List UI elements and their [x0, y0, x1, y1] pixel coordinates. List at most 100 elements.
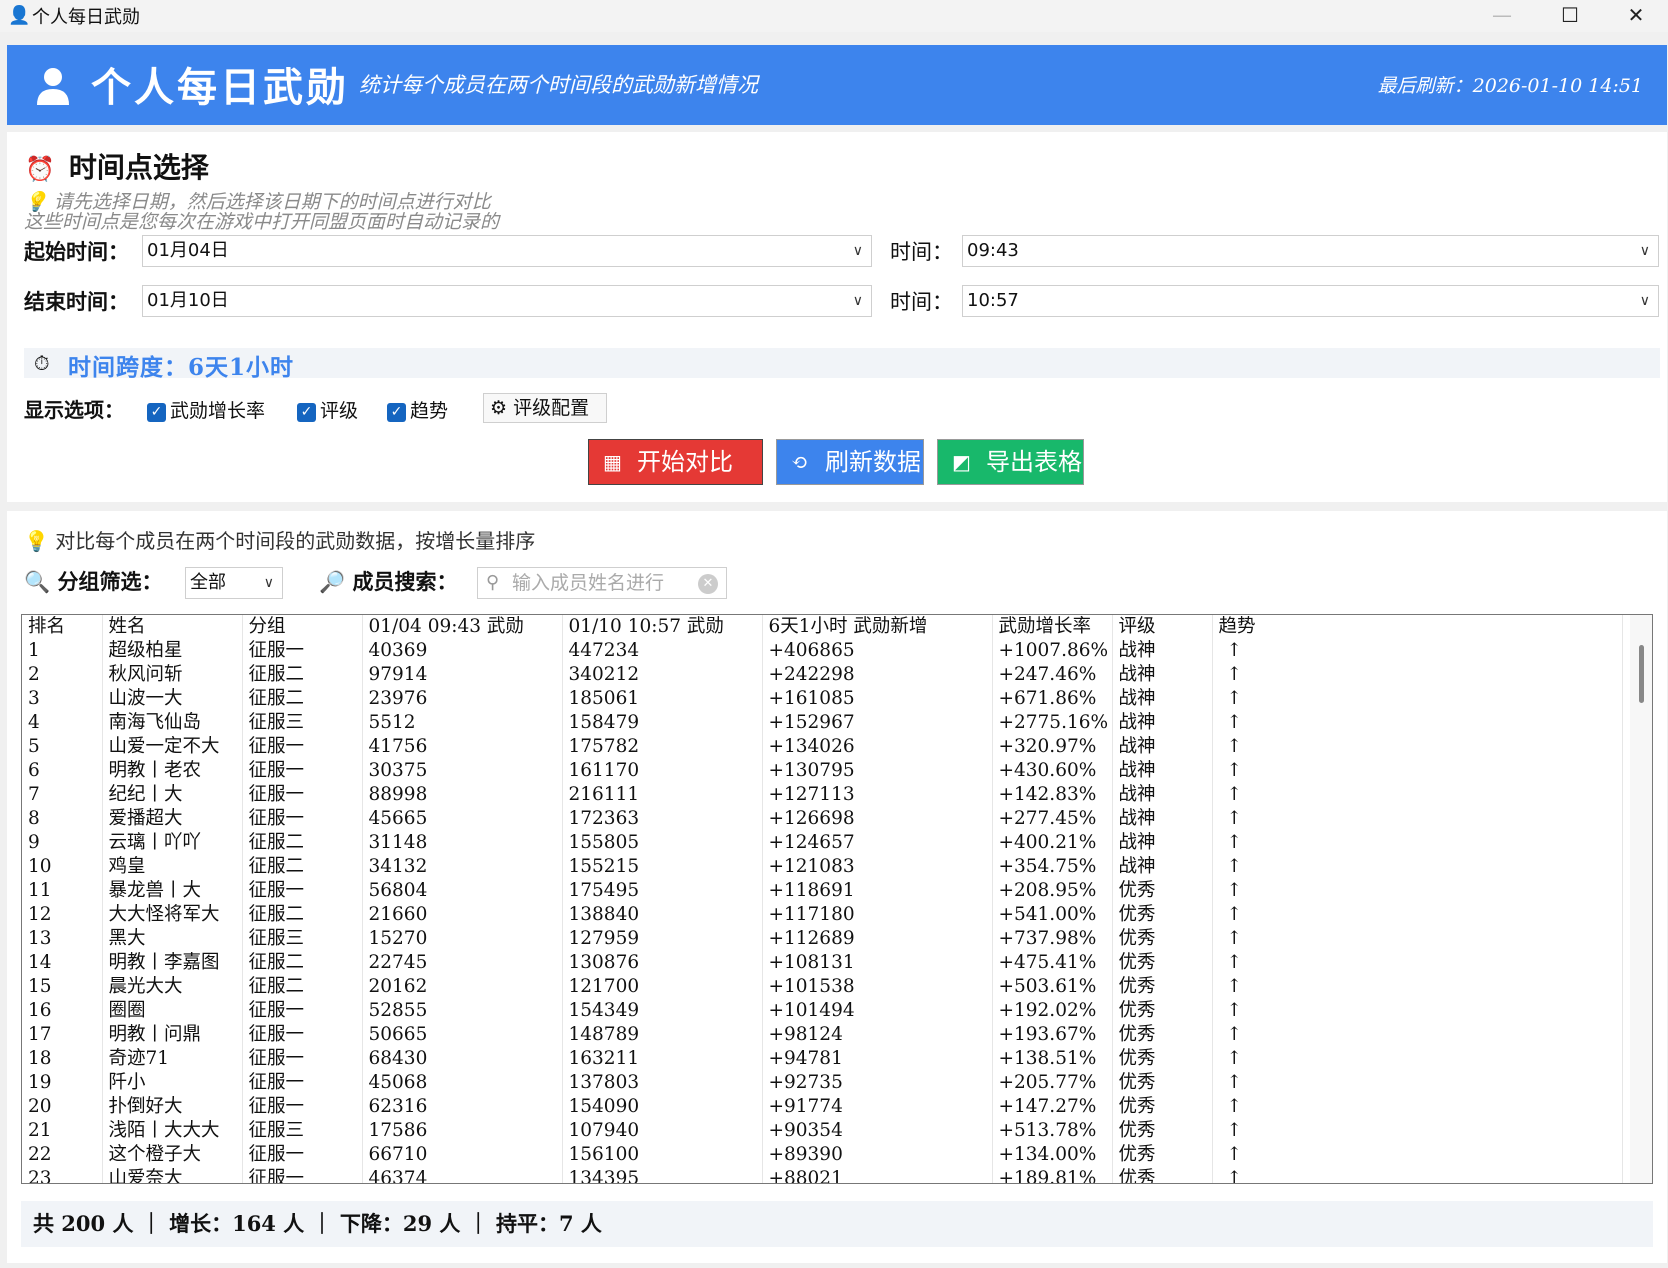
page-title: 个人每日武勋 [91, 64, 349, 111]
table-row[interactable]: 9 云璃丨吖吖 征服二 31148 155805 +124657 +400.21% 战神 ↑ [22, 831, 1623, 855]
start-compare-button[interactable]: ▦ 开始对比 [588, 439, 763, 485]
table-cell: 战神 [1112, 639, 1213, 663]
search-icon: ⚲ [486, 572, 500, 593]
table-row[interactable]: 3 山波一大 征服二 23976 185061 +161085 +671.86% 战神 ↑ [22, 687, 1623, 711]
table-row[interactable]: 6 明教丨老农 征服一 30375 161170 +130795 +430.60% 战神 ↑ [22, 759, 1623, 783]
table-cell: +192.02% [992, 999, 1113, 1023]
table-cell: 23 [22, 1167, 103, 1183]
table-cell: 20162 [362, 975, 563, 999]
table-cell: 18 [22, 1047, 103, 1071]
table-cell: +91774 [762, 1095, 993, 1119]
table-cell: 优秀 [1112, 1143, 1213, 1167]
end-time-select[interactable]: 10:57 ∨ [962, 285, 1659, 317]
table-cell: +400.21% [992, 831, 1113, 855]
table-cell: +121083 [762, 855, 993, 879]
refresh-data-button[interactable]: ⟲ 刷新数据 [776, 439, 924, 485]
table-cell: 明教丨问鼎 [102, 1023, 243, 1047]
column-header[interactable]: 6天1小时 武勋新增 [762, 615, 993, 639]
start-time-select[interactable]: 09:43 ∨ [962, 235, 1659, 267]
table-row[interactable]: 12 大大怪将军大 征服二 21660 138840 +117180 +541.00% 优秀 ↑ [22, 903, 1623, 927]
table-cell: ↑ [1212, 759, 1623, 783]
table-cell: +205.77% [992, 1071, 1113, 1095]
table-cell: 征服二 [242, 831, 363, 855]
table-cell: +112689 [762, 927, 993, 951]
table-cell: 161170 [562, 759, 763, 783]
column-header[interactable]: 评级 [1112, 615, 1213, 639]
start-date-select[interactable]: 01月04日 ∨ [142, 235, 872, 267]
rating-config-button[interactable]: ⚙ 评级配置 [483, 393, 607, 423]
vertical-scrollbar[interactable] [1630, 615, 1652, 1183]
table-cell: +124657 [762, 831, 993, 855]
table-row[interactable]: 19 阡小 征服一 45068 137803 +92735 +205.77% 优秀 ↑ [22, 1071, 1623, 1095]
section-title: ⏰ 时间点选择 [25, 146, 209, 186]
table-row[interactable]: 13 黑大 征服三 15270 127959 +112689 +737.98% 优秀 ↑ [22, 927, 1623, 951]
table-row[interactable]: 16 圈圈 征服一 52855 154349 +101494 +192.02% 优秀 ↑ [22, 999, 1623, 1023]
table-row[interactable]: 8 爱播超大 征服一 45665 172363 +126698 +277.45% 战神 ↑ [22, 807, 1623, 831]
table-row[interactable]: 23 山爱奈大 征服一 46374 134395 +88021 +189.81% 优秀 ↑ [22, 1167, 1623, 1183]
table-cell: 154090 [562, 1095, 763, 1119]
member-search-text: 成员搜索： [352, 569, 458, 594]
table-cell: 137803 [562, 1071, 763, 1095]
table-cell: 23976 [362, 687, 563, 711]
table-row[interactable]: 5 山爱一定不大 征服一 41756 175782 +134026 +320.97% 战神 ↑ [22, 735, 1623, 759]
table-cell: 明教丨李嘉图 [102, 951, 243, 975]
column-header[interactable]: 01/10 10:57 武勋 [562, 615, 763, 639]
clear-icon[interactable]: ✕ [698, 574, 718, 594]
table-row[interactable]: 18 奇迹71 征服一 68430 163211 +94781 +138.51% 优秀 ↑ [22, 1047, 1623, 1071]
table-row[interactable]: 7 纪纪丨大 征服一 88998 216111 +127113 +142.83% 战神 ↑ [22, 783, 1623, 807]
table-cell: 优秀 [1112, 999, 1213, 1023]
table-row[interactable]: 2 秋风问斩 征服二 97914 340212 +242298 +247.46% 战神 ↑ [22, 663, 1623, 687]
column-header[interactable]: 武勋增长率 [992, 615, 1113, 639]
results-table[interactable]: 排名 姓名 分组 01/04 09:43 武勋 01/10 10:57 武勋 6天1小时 … [21, 614, 1653, 1184]
table-cell: 154349 [562, 999, 763, 1023]
results-panel: 💡 对比每个成员在两个时间段的武勋数据，按增长量排序 🔍 分组筛选： 全部 ∨ … [7, 511, 1667, 1263]
column-header[interactable]: 趋势 [1212, 615, 1623, 639]
member-search-input[interactable]: ⚲ 输入成员姓名进行 ✕ [477, 567, 727, 599]
search-placeholder: 输入成员姓名进行 [512, 572, 665, 594]
table-cell: +208.95% [992, 879, 1113, 903]
table-cell: +247.46% [992, 663, 1113, 687]
table-cell: 征服一 [242, 807, 363, 831]
maximize-button[interactable]: ☐ [1538, 0, 1602, 32]
minimize-button[interactable]: — [1470, 0, 1534, 32]
table-cell: 暴龙兽丨大 [102, 879, 243, 903]
trend-checkbox[interactable]: ✓ 趋势 [387, 396, 448, 423]
end-date-select[interactable]: 01月10日 ∨ [142, 285, 872, 317]
table-row[interactable]: 14 明教丨李嘉图 征服二 22745 130876 +108131 +475.41% 优秀 ↑ [22, 951, 1623, 975]
table-cell: ↑ [1212, 975, 1623, 999]
table-row[interactable]: 10 鸡皇 征服二 34132 155215 +121083 +354.75% 战神 ↑ [22, 855, 1623, 879]
time-span: ⏱ 时间跨度：6天1小时 [24, 348, 1660, 381]
scrollbar-thumb[interactable] [1639, 645, 1644, 703]
table-cell: ↑ [1212, 1119, 1623, 1143]
table-row[interactable]: 4 南海飞仙岛 征服三 5512 158479 +152967 +2775.16% 战神 ↑ [22, 711, 1623, 735]
table-cell: 优秀 [1112, 1119, 1213, 1143]
table-row[interactable]: 20 扑倒好大 征服一 62316 154090 +91774 +147.27% 优秀 ↑ [22, 1095, 1623, 1119]
table-cell: +152967 [762, 711, 993, 735]
table-cell: +118691 [762, 879, 993, 903]
close-button[interactable]: ✕ [1604, 0, 1668, 32]
table-row[interactable]: 21 浅陌丨大大大 征服三 17586 107940 +90354 +513.78% 优秀 ↑ [22, 1119, 1623, 1143]
table-cell: +126698 [762, 807, 993, 831]
rating-checkbox[interactable]: ✓ 评级 [297, 396, 358, 423]
table-cell: 战神 [1112, 735, 1213, 759]
export-table-button[interactable]: ◩ 导出表格 [937, 439, 1084, 485]
last-refresh-time: 最后刷新：2026-01-10 14:51 [1377, 75, 1643, 97]
end-date-value: 01月10日 [147, 290, 229, 311]
table-row[interactable]: 15 晨光大大 征服二 20162 121700 +101538 +503.61% 优秀 ↑ [22, 975, 1623, 999]
column-header[interactable]: 排名 [22, 615, 103, 639]
column-header[interactable]: 01/04 09:43 武勋 [362, 615, 563, 639]
table-cell: 鸡皇 [102, 855, 243, 879]
table-row[interactable]: 17 明教丨问鼎 征服一 50665 148789 +98124 +193.67% 优秀 ↑ [22, 1023, 1623, 1047]
table-row[interactable]: 11 暴龙兽丨大 征服一 56804 175495 +118691 +208.95% 优秀 ↑ [22, 879, 1623, 903]
table-row[interactable]: 1 超级柏星 征服一 40369 447234 +406865 +1007.86% 战神 ↑ [22, 639, 1623, 663]
table-header: 排名 姓名 分组 01/04 09:43 武勋 01/10 10:57 武勋 6天1小时 … [22, 615, 1623, 639]
table-cell: ↑ [1212, 1095, 1623, 1119]
column-header[interactable]: 分组 [242, 615, 363, 639]
column-header[interactable]: 姓名 [102, 615, 243, 639]
table-cell: 优秀 [1112, 927, 1213, 951]
group-filter-select[interactable]: 全部 ∨ [185, 567, 283, 599]
growth-rate-checkbox[interactable]: ✓ 武勋增长率 [147, 396, 265, 423]
table-row[interactable]: 22 这个橙子大 征服一 66710 156100 +89390 +134.00% 优秀 ↑ [22, 1143, 1623, 1167]
time-select-panel: ⏰ 时间点选择 💡 请先选择日期，然后选择该日期下的时间点进行对比 这些时间点是您… [7, 132, 1667, 502]
table-cell: 征服三 [242, 1119, 363, 1143]
